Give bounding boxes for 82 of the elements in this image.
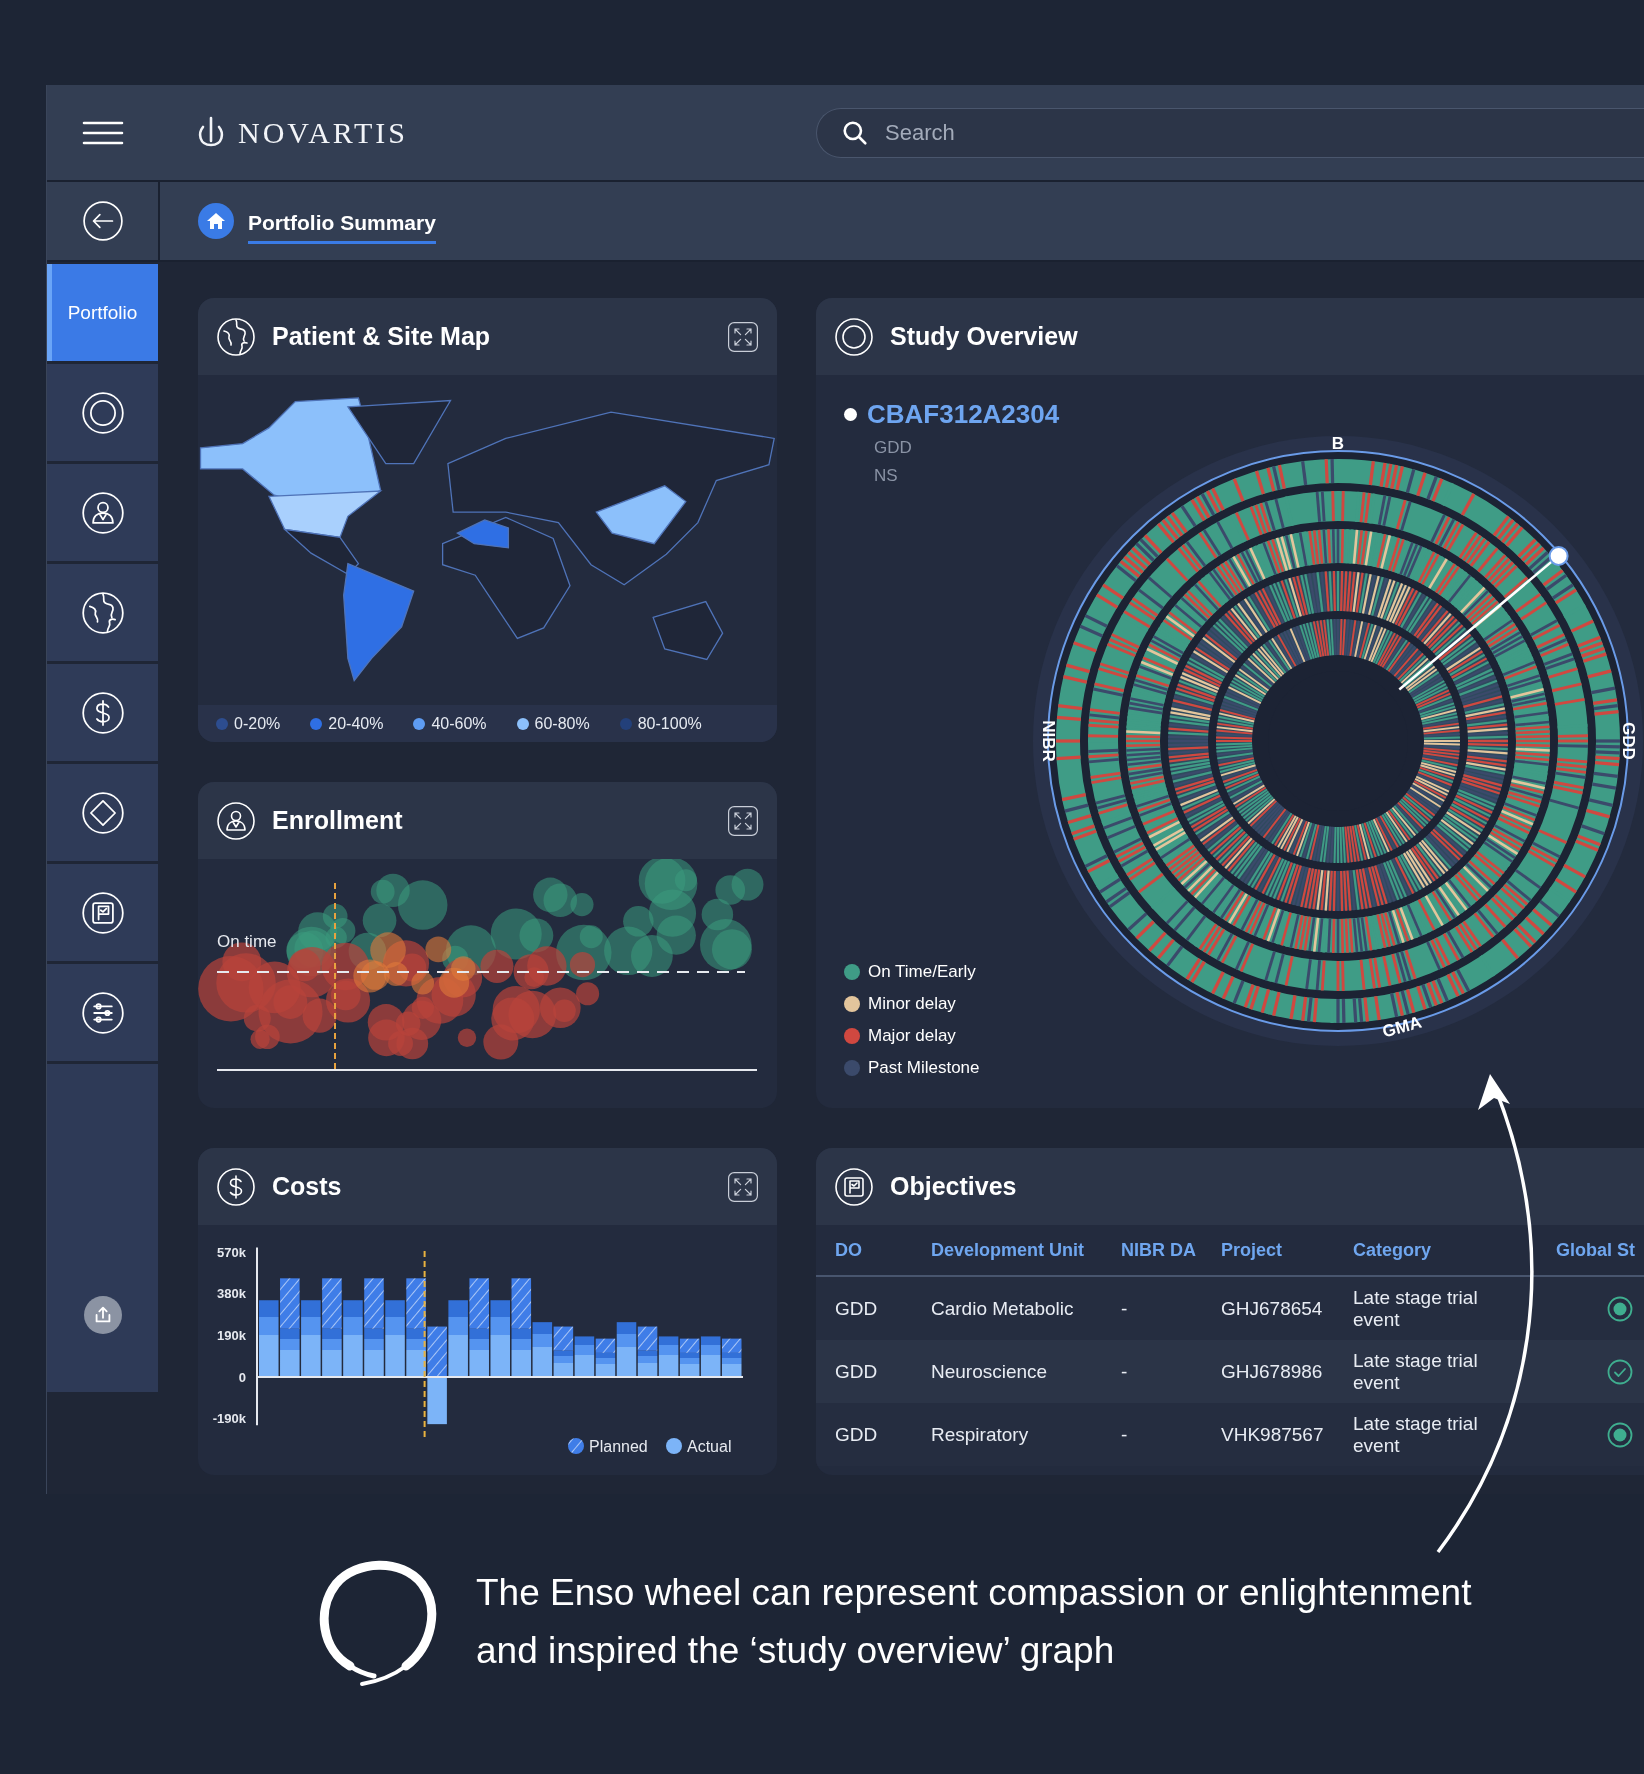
dollar-icon: [216, 1166, 256, 1207]
legend-label: 60-80%: [534, 714, 590, 733]
card-title: Study Overview: [890, 322, 1078, 351]
axis-tick-label: 380k: [217, 1286, 246, 1302]
expand-button[interactable]: [727, 1170, 759, 1203]
table-cell: Late stage trial event: [1353, 1340, 1556, 1403]
segment-label: GDD: [1618, 722, 1638, 760]
axis-tick-label: 570k: [217, 1244, 246, 1260]
card-title: Objectives: [890, 1172, 1017, 1201]
sliders-icon: [80, 990, 125, 1035]
table-cell: Late stage trial event: [1353, 1276, 1556, 1340]
home-icon: [198, 203, 234, 239]
logo-text: NOVARTIS: [238, 115, 408, 150]
sidebar-item[interactable]: [47, 464, 158, 561]
axis-tick-label: 0: [238, 1369, 246, 1385]
table-cell: GDD: [816, 1276, 931, 1340]
legend-label: 0-20%: [234, 714, 281, 733]
bubble: [715, 875, 746, 905]
legend-label: On Time/Early: [868, 962, 976, 982]
flag-icon: [80, 890, 125, 935]
sidebar-item[interactable]: [47, 564, 158, 661]
selection-dot: [844, 408, 857, 421]
dot-status-icon: [1607, 1421, 1633, 1448]
legend-label: 20-40%: [328, 714, 384, 733]
axis-tick-label: 190k: [217, 1327, 246, 1343]
card-title: Costs: [272, 1172, 342, 1201]
globe-icon: [216, 316, 256, 357]
expand-button[interactable]: [727, 804, 759, 837]
person-icon: [80, 490, 125, 535]
legend-label: Minor delay: [868, 994, 956, 1014]
card-title: Enrollment: [272, 806, 403, 835]
reference-label: On time: [217, 932, 277, 951]
table-cell: GHJ678986: [1221, 1340, 1353, 1403]
study-id: CBAF312A2304: [867, 399, 1060, 430]
menu-icon[interactable]: [81, 120, 124, 145]
sidebar-item[interactable]: [47, 364, 158, 461]
bubble: [457, 1028, 477, 1047]
dollar-icon: [80, 690, 125, 735]
expand-icon: [727, 1170, 759, 1203]
sidebar-item[interactable]: [47, 964, 158, 1061]
segment-label: B: [1331, 435, 1345, 453]
legend-label: Planned: [589, 1437, 648, 1455]
segment-label: GMA: [1380, 1012, 1424, 1042]
sidebar-item[interactable]: [47, 864, 158, 961]
bubble: [731, 868, 764, 901]
table-cell: GDD: [816, 1340, 931, 1403]
target-icon: [834, 316, 874, 357]
dot-status-icon: [1607, 1295, 1633, 1322]
legend-label: 80-100%: [637, 714, 702, 733]
search-field[interactable]: Search: [816, 107, 1644, 158]
expand-icon: [727, 320, 759, 353]
upload-button[interactable]: [83, 1296, 122, 1334]
study-detail: NS: [874, 466, 899, 486]
breadcrumb-link[interactable]: Portfolio Summary: [248, 206, 436, 244]
caption-text: The Enso wheel can represent compassion or enlightenment and inspired the ‘study overview’ graph: [476, 1571, 1472, 1673]
target-icon: [80, 390, 125, 435]
legend-label: Major delay: [868, 1026, 956, 1046]
person-icon: [216, 800, 256, 841]
segment-label: NIBR: [1038, 720, 1058, 762]
legend-label: Actual: [687, 1437, 732, 1455]
bubble: [656, 915, 696, 955]
axis-tick-label: -190k: [212, 1411, 246, 1427]
card-title: Patient & Site Map: [272, 322, 491, 351]
legend-label: Past Milestone: [868, 1058, 980, 1078]
back-button[interactable]: [81, 200, 124, 242]
back-icon: [81, 200, 124, 242]
sidebar-item[interactable]: [47, 764, 158, 861]
globe-icon: [80, 590, 125, 635]
bubble: [491, 997, 535, 1041]
legend-label: 40-60%: [431, 714, 487, 733]
check-status-icon: [1607, 1358, 1633, 1385]
sidebar-item[interactable]: Portfolio: [47, 264, 158, 361]
table-cell: Neuroscience: [931, 1340, 1121, 1403]
expand-icon: [727, 804, 759, 837]
table-cell: -: [1121, 1276, 1221, 1340]
sidebar-item[interactable]: [47, 664, 158, 761]
table-cell: GHJ678654: [1221, 1276, 1353, 1340]
flag-icon: [834, 1166, 874, 1207]
expand-button[interactable]: [727, 320, 759, 353]
study-detail: GDD: [874, 438, 913, 458]
table-cell: -: [1121, 1340, 1221, 1403]
table-cell: Cardio Metabolic: [931, 1276, 1121, 1340]
